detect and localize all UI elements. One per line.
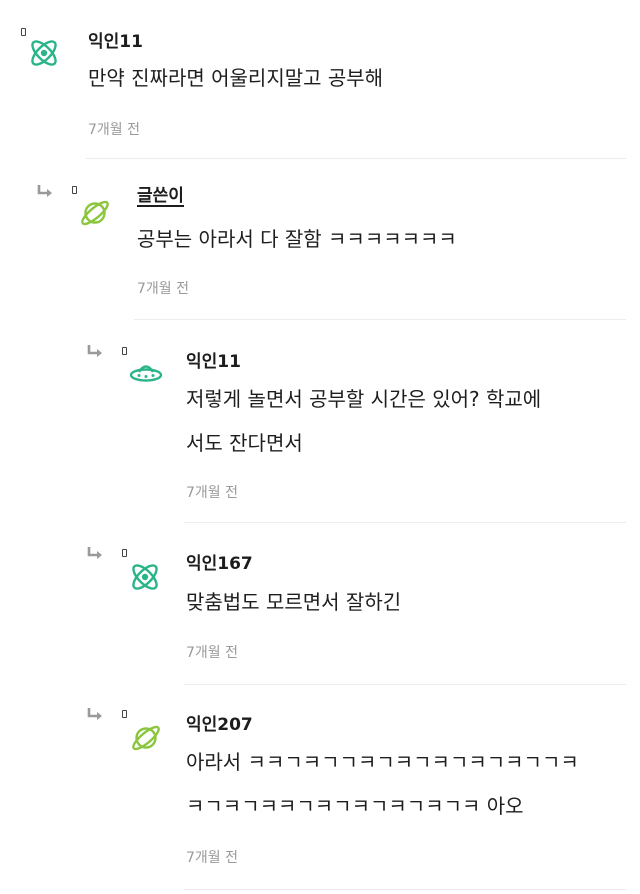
comment-author[interactable]: 익인11 (88, 27, 143, 52)
reply-arrow-icon (37, 185, 52, 197)
planet-icon[interactable] (129, 721, 163, 755)
comment-timestamp: 7개월 전 (186, 645, 238, 661)
comment-author[interactable]: 익인207 (186, 710, 253, 735)
comment-text-line: 맞춤법도 모르면서 잘하긴 (186, 590, 402, 614)
comment-thread: 익인11 만약 진짜라면 어울리지말고 공부해 7개월 전 글쓴이 공부는 아라… (0, 0, 640, 894)
comment-text-line: 공부는 아라서 다 잘함 ㅋㅋㅋㅋㅋㅋㅋ (137, 227, 457, 251)
comment-marker-icon (122, 549, 127, 557)
reply-arrow-icon (87, 708, 102, 720)
comment-item: 익인11 만약 진짜라면 어울리지말고 공부해 7개월 전 (0, 0, 640, 160)
ufo-icon[interactable] (129, 357, 163, 391)
atom-icon[interactable] (27, 36, 61, 70)
comment-text-line: 서도 잔다면서 (186, 431, 303, 455)
planet-icon[interactable] (78, 196, 112, 230)
comment-marker-icon (72, 186, 77, 194)
comment-divider (184, 889, 626, 890)
reply-comment-item: 익인11 저렇게 놀면서 공부할 시간은 있어? 학교에 서도 잔다면서 7개월… (0, 320, 640, 520)
reply-arrow-icon (87, 345, 102, 357)
comment-author[interactable]: 익인11 (186, 347, 241, 372)
reply-comment-item: 익인167 맞춤법도 모르면서 잘하긴 7개월 전 (0, 530, 640, 690)
reply-arrow-icon (87, 547, 102, 559)
comment-text-line: 아라서 ㅋㅋㄱㅋㄱㄱㅋㄱㅋㄱㅋㄱㅋㄱㅋㄱㄱㅋ (186, 750, 579, 774)
reply-comment-item: 글쓴이 공부는 아라서 다 잘함 ㅋㅋㅋㅋㅋㅋㅋ 7개월 전 (0, 160, 640, 320)
atom-icon[interactable] (128, 560, 162, 594)
comment-divider (184, 684, 626, 685)
reply-comment-item: 익인207 아라서 ㅋㅋㄱㅋㄱㄱㅋㄱㅋㄱㅋㄱㅋㄱㅋㄱㄱㅋ ㅋㄱㅋㄱㅋㅋㄱㅋㄱㅋㄱ… (0, 690, 640, 894)
comment-marker-icon (122, 347, 127, 355)
comment-author[interactable]: 익인167 (186, 549, 253, 574)
comment-timestamp: 7개월 전 (186, 485, 238, 501)
comment-divider (184, 522, 626, 523)
comment-author[interactable]: 글쓴이 (137, 187, 184, 207)
comment-divider (86, 158, 626, 159)
comment-timestamp: 7개월 전 (88, 122, 140, 138)
comment-timestamp: 7개월 전 (137, 281, 189, 297)
comment-text-line: ㅋㄱㅋㄱㅋㅋㄱㅋㄱㅋㄱㅋㄱㅋㄱㅋ 아오 (186, 794, 524, 818)
comment-timestamp: 7개월 전 (186, 850, 238, 866)
comment-marker-icon (122, 710, 127, 718)
comment-text-line: 저렇게 놀면서 공부할 시간은 있어? 학교에 (186, 387, 542, 411)
comment-marker-icon (21, 28, 26, 36)
comment-text-line: 만약 진짜라면 어울리지말고 공부해 (88, 66, 384, 90)
